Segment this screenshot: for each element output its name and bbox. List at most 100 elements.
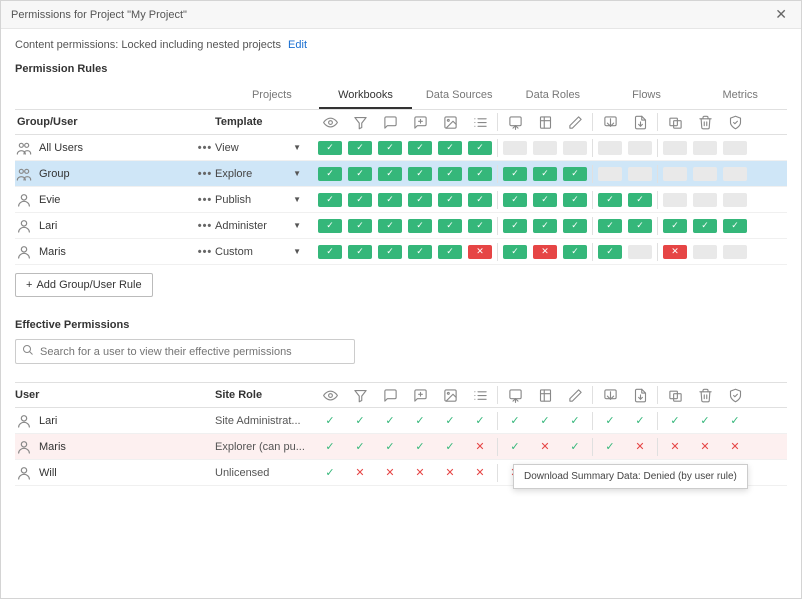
- capability-cell[interactable]: [595, 141, 625, 155]
- capability-cell[interactable]: [560, 193, 590, 207]
- capability-cell[interactable]: [720, 193, 750, 207]
- capability-cell[interactable]: [435, 167, 465, 181]
- tab-metrics[interactable]: Metrics: [693, 83, 787, 109]
- capability-cell[interactable]: [435, 219, 465, 233]
- eye-icon: [315, 115, 345, 130]
- capability-cell[interactable]: [375, 245, 405, 259]
- capability-cell[interactable]: [625, 219, 655, 233]
- capability-cell[interactable]: [465, 167, 495, 181]
- capability-cell[interactable]: [375, 167, 405, 181]
- capability-cell[interactable]: [560, 167, 590, 181]
- capability-cell[interactable]: [500, 245, 530, 259]
- capability-cell[interactable]: [435, 141, 465, 155]
- capability-cell[interactable]: [660, 245, 690, 259]
- capability-cell[interactable]: [595, 167, 625, 181]
- capability-cell[interactable]: [315, 193, 345, 207]
- capability-cell[interactable]: [660, 219, 690, 233]
- search-input[interactable]: [40, 346, 348, 358]
- tab-data-sources[interactable]: Data Sources: [412, 83, 506, 109]
- capability-cell[interactable]: [405, 193, 435, 207]
- effective-cell: ✕: [345, 466, 375, 479]
- row-menu-icon[interactable]: •••: [195, 142, 215, 154]
- capability-cell[interactable]: [315, 245, 345, 259]
- capability-cell[interactable]: [720, 141, 750, 155]
- capability-cell[interactable]: [690, 219, 720, 233]
- capability-cell[interactable]: [435, 245, 465, 259]
- capability-cell[interactable]: [625, 245, 655, 259]
- capability-cell[interactable]: [345, 193, 375, 207]
- capability-cell[interactable]: [690, 245, 720, 259]
- tab-projects[interactable]: Projects: [225, 83, 319, 109]
- capability-cell[interactable]: [530, 167, 560, 181]
- capability-cell[interactable]: [375, 141, 405, 155]
- capability-cell[interactable]: [625, 141, 655, 155]
- delete-icon: [690, 388, 720, 403]
- row-menu-icon[interactable]: •••: [195, 194, 215, 206]
- rule-row[interactable]: All Users •••View▼: [15, 135, 787, 161]
- capability-cell[interactable]: [435, 193, 465, 207]
- template-select[interactable]: View▼: [215, 142, 315, 154]
- capability-cell[interactable]: [530, 219, 560, 233]
- rule-row[interactable]: Evie •••Publish▼: [15, 187, 787, 213]
- capability-cell[interactable]: [595, 219, 625, 233]
- capability-cell[interactable]: [595, 245, 625, 259]
- rule-row[interactable]: Lari •••Administer▼: [15, 213, 787, 239]
- rule-row[interactable]: Group •••Explore▼: [15, 161, 787, 187]
- capability-cell[interactable]: [690, 167, 720, 181]
- capability-cell[interactable]: [345, 219, 375, 233]
- capability-cell[interactable]: [375, 193, 405, 207]
- capability-cell[interactable]: [465, 193, 495, 207]
- template-select[interactable]: Administer▼: [215, 220, 315, 232]
- capability-cell[interactable]: [465, 141, 495, 155]
- chip-allow: [563, 193, 587, 207]
- row-menu-icon[interactable]: •••: [195, 168, 215, 180]
- capability-cell[interactable]: [500, 193, 530, 207]
- tab-data-roles[interactable]: Data Roles: [506, 83, 600, 109]
- capability-cell[interactable]: [405, 245, 435, 259]
- capability-cell[interactable]: [315, 141, 345, 155]
- capability-cell[interactable]: [500, 219, 530, 233]
- capability-cell[interactable]: [375, 219, 405, 233]
- capability-cell[interactable]: [625, 167, 655, 181]
- template-select[interactable]: Publish▼: [215, 194, 315, 206]
- tab-workbooks[interactable]: Workbooks: [319, 83, 413, 109]
- capability-cell[interactable]: [530, 141, 560, 155]
- capability-cell[interactable]: [465, 219, 495, 233]
- capability-cell[interactable]: [315, 219, 345, 233]
- capability-cell[interactable]: [660, 141, 690, 155]
- effective-search[interactable]: [15, 339, 355, 364]
- capability-cell[interactable]: [660, 193, 690, 207]
- capability-cell[interactable]: [660, 167, 690, 181]
- capability-cell[interactable]: [720, 167, 750, 181]
- add-group-user-button[interactable]: + Add Group/User Rule: [15, 273, 153, 297]
- capability-cell[interactable]: [315, 167, 345, 181]
- capability-cell[interactable]: [405, 219, 435, 233]
- rule-row[interactable]: Maris •••Custom▼: [15, 239, 787, 265]
- capability-cell[interactable]: [500, 141, 530, 155]
- capability-cell[interactable]: [690, 193, 720, 207]
- capability-cell[interactable]: [560, 219, 590, 233]
- capability-cell[interactable]: [345, 167, 375, 181]
- template-select[interactable]: Explore▼: [215, 168, 315, 180]
- row-menu-icon[interactable]: •••: [195, 220, 215, 232]
- capability-cell[interactable]: [530, 245, 560, 259]
- capability-cell[interactable]: [560, 141, 590, 155]
- capability-cell[interactable]: [560, 245, 590, 259]
- capability-cell[interactable]: [720, 245, 750, 259]
- capability-cell[interactable]: [625, 193, 655, 207]
- capability-cell[interactable]: [405, 167, 435, 181]
- edit-link[interactable]: Edit: [288, 39, 307, 51]
- capability-cell[interactable]: [690, 141, 720, 155]
- capability-cell[interactable]: [405, 141, 435, 155]
- capability-cell[interactable]: [465, 245, 495, 259]
- capability-cell[interactable]: [345, 141, 375, 155]
- capability-cell[interactable]: [500, 167, 530, 181]
- capability-cell[interactable]: [345, 245, 375, 259]
- capability-cell[interactable]: [595, 193, 625, 207]
- close-icon[interactable]: ✕: [771, 4, 791, 25]
- tab-flows[interactable]: Flows: [600, 83, 694, 109]
- template-select[interactable]: Custom▼: [215, 246, 315, 258]
- capability-cell[interactable]: [530, 193, 560, 207]
- capability-cell[interactable]: [720, 219, 750, 233]
- row-menu-icon[interactable]: •••: [195, 246, 215, 258]
